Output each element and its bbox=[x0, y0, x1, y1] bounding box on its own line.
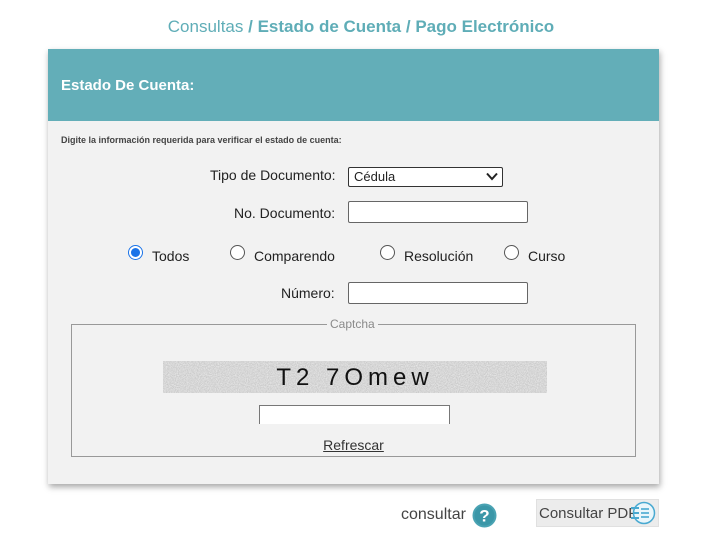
breadcrumb: Consultas / Estado de Cuenta / Pago Elec… bbox=[0, 17, 707, 37]
radio-label: Resolución bbox=[404, 248, 474, 264]
consultar-pdf-label: Consultar PDF bbox=[539, 505, 638, 522]
radio-button[interactable] bbox=[230, 245, 245, 260]
captcha-legend: Captcha bbox=[330, 317, 375, 331]
captcha-code: T2 7Omew bbox=[276, 364, 434, 391]
breadcrumb-sep: / bbox=[243, 17, 258, 36]
account-status-panel: Estado De Cuenta: Digite la información … bbox=[48, 49, 659, 484]
radio-button[interactable] bbox=[380, 245, 395, 260]
doc-type-label: Tipo de Documento: bbox=[210, 167, 336, 183]
help-icon: ? bbox=[472, 503, 497, 527]
captcha-image: T2 7Omew bbox=[163, 361, 547, 393]
doc-number-input[interactable] bbox=[348, 201, 528, 223]
radio-label: Curso bbox=[528, 248, 566, 264]
captcha-input[interactable] bbox=[259, 405, 450, 424]
numero-label: Número: bbox=[281, 285, 335, 301]
breadcrumb-root[interactable]: Consultas bbox=[168, 17, 244, 36]
breadcrumb-mid[interactable]: Estado de Cuenta bbox=[258, 17, 402, 36]
refresh-captcha-link[interactable]: Refrescar bbox=[72, 437, 635, 453]
breadcrumb-current: Pago Electrónico bbox=[415, 17, 555, 36]
doc-number-label: No. Documento: bbox=[234, 205, 336, 221]
radio-label: Todos bbox=[152, 248, 190, 264]
panel-title: Estado De Cuenta: bbox=[48, 49, 659, 121]
breadcrumb-sep: / bbox=[401, 17, 416, 36]
numero-input[interactable] bbox=[348, 282, 528, 304]
radio-button[interactable] bbox=[504, 245, 519, 260]
consultar-pdf-button[interactable]: Consultar PDF bbox=[536, 499, 659, 527]
radio-label: Comparendo bbox=[254, 248, 335, 264]
captcha-box: Captcha T2 7Omew Refrescar bbox=[71, 317, 636, 457]
document-list-icon bbox=[631, 501, 656, 525]
doc-type-value: Cédula bbox=[354, 169, 396, 184]
consultar-label: consultar bbox=[401, 506, 466, 523]
consultar-button[interactable]: consultar ? bbox=[401, 502, 497, 528]
radio-button[interactable] bbox=[128, 245, 143, 260]
doc-type-select[interactable]: Cédula bbox=[348, 167, 503, 187]
instructions-text: Digite la información requerida para ver… bbox=[61, 135, 342, 145]
svg-text:?: ? bbox=[479, 506, 489, 525]
chevron-down-icon bbox=[486, 172, 498, 181]
